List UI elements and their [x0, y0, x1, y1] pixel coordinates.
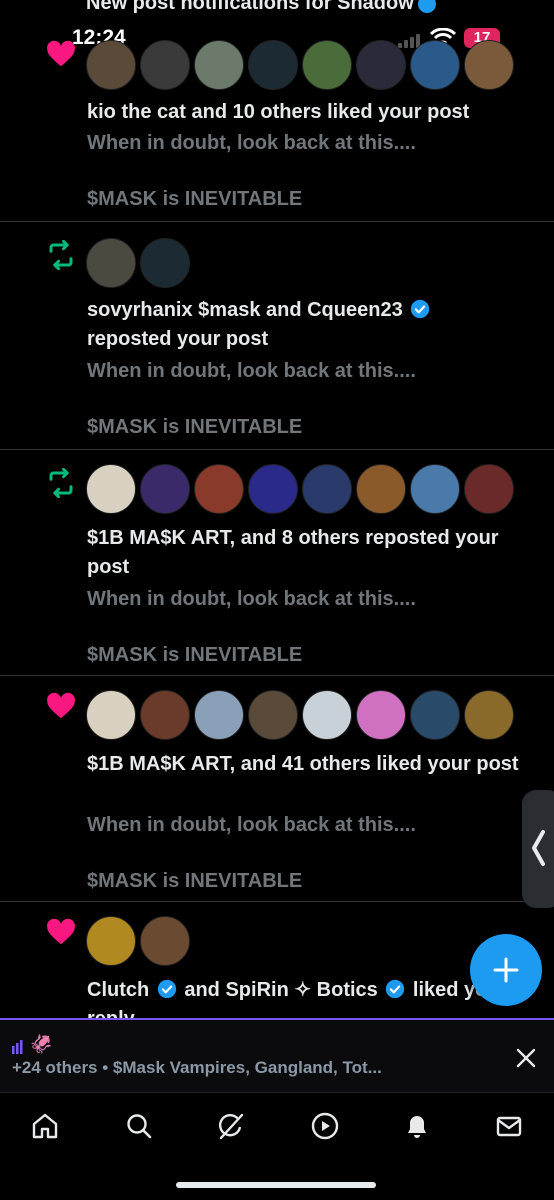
grok-icon[interactable]	[216, 1111, 246, 1141]
notification-title: $1B MA$K ART, and 41 others liked your p…	[87, 753, 519, 775]
avatar-row	[86, 690, 514, 740]
mail-icon[interactable]	[494, 1111, 524, 1141]
post-snippet: When in doubt, look back at this....	[87, 360, 416, 382]
actor-name[interactable]: and SpiRin ✧ Botics	[184, 979, 377, 1001]
notification-title: sovyrhanix $mask and Cqueen23 reposted y…	[87, 296, 542, 354]
avatar[interactable]	[356, 690, 406, 740]
avatar-row	[86, 40, 514, 90]
post-snippet: When in doubt, look back at this....	[87, 814, 416, 836]
post-snippet: When in doubt, look back at this....	[87, 588, 416, 610]
previous-item-header[interactable]: New post notifications for Shadow	[86, 0, 436, 15]
actor-name[interactable]: Clutch	[87, 979, 149, 1001]
avatar[interactable]	[194, 40, 244, 90]
avatar[interactable]	[140, 464, 190, 514]
heart-icon	[47, 692, 75, 719]
notification-action: reposted your post	[87, 328, 269, 350]
avatar[interactable]	[464, 40, 514, 90]
avatar[interactable]	[410, 40, 460, 90]
post-caption: $MASK is INEVITABLE	[87, 188, 303, 210]
avatar[interactable]	[140, 916, 190, 966]
spaces-bar[interactable]: 🦑 +24 others • $Mask Vampires, Gangland,…	[0, 1018, 554, 1092]
post-snippet: When in doubt, look back at this....	[87, 132, 416, 154]
actor-names[interactable]: sovyrhanix $mask and Cqueen23	[87, 299, 403, 321]
compose-button[interactable]	[470, 934, 542, 1006]
previous-item-text: New post notifications for Shadow	[86, 0, 414, 14]
search-icon[interactable]	[124, 1111, 154, 1141]
avatar[interactable]	[356, 464, 406, 514]
close-icon[interactable]	[514, 1046, 538, 1070]
notification-item[interactable]: kio the cat and 10 others liked your pos…	[0, 22, 554, 222]
heart-icon	[47, 918, 75, 945]
spaces-listeners: +24 others • $Mask Vampires, Gangland, T…	[12, 1058, 382, 1077]
home-icon[interactable]	[30, 1111, 60, 1141]
avatar-row	[86, 916, 190, 966]
avatar[interactable]	[302, 40, 352, 90]
avatar[interactable]	[464, 690, 514, 740]
repost-icon	[49, 240, 73, 270]
audio-wave-icon	[12, 1040, 23, 1054]
video-icon[interactable]	[310, 1111, 340, 1141]
avatar[interactable]	[86, 238, 136, 288]
side-panel-tab[interactable]	[522, 790, 554, 908]
avatar[interactable]	[140, 238, 190, 288]
plus-icon	[493, 957, 519, 983]
avatar[interactable]	[356, 40, 406, 90]
bell-icon[interactable]	[402, 1111, 432, 1141]
avatar[interactable]	[194, 464, 244, 514]
verified-icon	[157, 979, 176, 999]
avatar[interactable]	[410, 690, 460, 740]
notification-item[interactable]: $1B MA$K ART, and 41 others liked your p…	[0, 676, 554, 902]
avatar[interactable]	[194, 690, 244, 740]
notification-title: kio the cat and 10 others liked your pos…	[87, 101, 470, 123]
notification-title: $1B MA$K ART, and 8 others reposted your…	[87, 527, 499, 578]
avatar[interactable]	[464, 464, 514, 514]
chevron-left-icon	[532, 830, 545, 866]
post-caption: $MASK is INEVITABLE	[87, 870, 303, 892]
avatar[interactable]	[140, 690, 190, 740]
notification-item[interactable]: $1B MA$K ART, and 8 others reposted your…	[0, 450, 554, 676]
avatar[interactable]	[86, 40, 136, 90]
verified-icon	[411, 299, 430, 319]
home-indicator	[176, 1182, 376, 1188]
repost-icon	[49, 468, 73, 498]
heart-icon	[47, 40, 75, 67]
avatar[interactable]	[248, 464, 298, 514]
avatar[interactable]	[302, 690, 352, 740]
avatar-row	[86, 464, 514, 514]
avatar[interactable]	[410, 464, 460, 514]
post-caption: $MASK is INEVITABLE	[87, 644, 303, 666]
avatar[interactable]	[248, 690, 298, 740]
avatar[interactable]	[140, 40, 190, 90]
verified-icon	[386, 979, 405, 999]
verified-icon	[417, 0, 436, 13]
avatar[interactable]	[86, 916, 136, 966]
avatar[interactable]	[86, 690, 136, 740]
avatar-row	[86, 238, 190, 288]
squid-icon: 🦑	[30, 1034, 53, 1054]
avatar[interactable]	[86, 464, 136, 514]
avatar[interactable]	[248, 40, 298, 90]
avatar[interactable]	[302, 464, 352, 514]
post-caption: $MASK is INEVITABLE	[87, 416, 303, 438]
notification-item[interactable]: sovyrhanix $mask and Cqueen23 reposted y…	[0, 222, 554, 450]
